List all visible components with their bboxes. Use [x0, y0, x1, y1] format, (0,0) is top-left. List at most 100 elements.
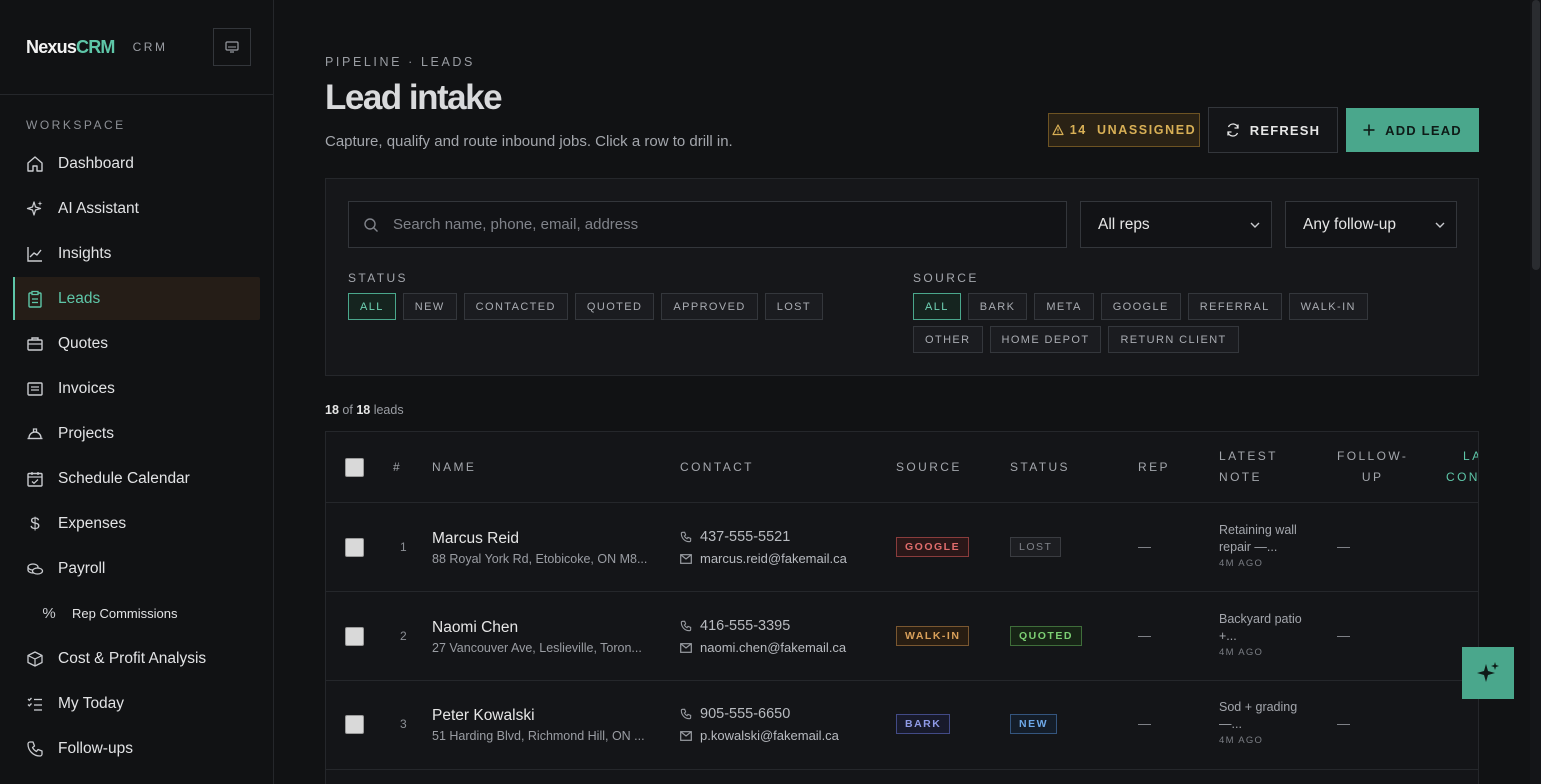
table-row[interactable]: 2 Naomi Chen 27 Vancouver Ave, Leslievil… — [326, 592, 1478, 681]
lead-name[interactable]: Peter Kowalski — [432, 707, 535, 725]
sidebar-item-label: My Today — [58, 694, 125, 712]
status-cell: QUOTED — [1010, 626, 1082, 646]
lead-phone[interactable]: 905-555-6650 — [680, 706, 790, 722]
unassigned-button[interactable]: 14 UNASSIGNED — [1048, 113, 1200, 147]
warning-icon — [1052, 124, 1064, 136]
col-num: # — [393, 460, 403, 474]
source-chips: ALL BARK META GOOGLE REFERRAL WALK-IN OT… — [913, 293, 1433, 353]
add-lead-button[interactable]: ADD LEAD — [1346, 108, 1479, 152]
search-input[interactable] — [393, 216, 1033, 233]
ai-assistant-fab[interactable] — [1462, 647, 1514, 699]
sidebar-item-rep-commissions[interactable]: % Rep Commissions — [13, 592, 260, 635]
source-badge: WALK-IN — [896, 626, 970, 646]
sidebar-item-label: Insights — [58, 244, 112, 262]
sidebar-item-insights[interactable]: Insights — [13, 232, 260, 275]
status-chip-new[interactable]: NEW — [402, 293, 457, 320]
lead-email[interactable]: naomi.chen@fakemail.ca — [680, 640, 846, 655]
rep-select-value: All reps — [1098, 215, 1150, 233]
status-cell: NEW — [1010, 714, 1057, 734]
lead-email[interactable]: marcus.reid@fakemail.ca — [680, 551, 847, 566]
row-number: 1 — [400, 540, 407, 554]
source-chip-walk-in[interactable]: WALK-IN — [1288, 293, 1368, 320]
table-row[interactable]: 3 Peter Kowalski 51 Harding Blvd, Richmo… — [326, 681, 1478, 770]
phone-icon — [26, 740, 44, 758]
brand-logo[interactable]: NexusCRM — [26, 37, 115, 58]
sidebar-item-payroll[interactable]: Payroll — [13, 547, 260, 590]
follow-up-value: — — [1337, 628, 1350, 643]
collapse-sidebar-button[interactable] — [213, 28, 251, 66]
brand-sub: CRM — [132, 40, 168, 54]
row-checkbox[interactable] — [345, 538, 364, 557]
lead-address: 27 Vancouver Ave, Leslieville, Toron... — [432, 641, 642, 655]
sidebar-item-label: Schedule Calendar — [58, 469, 190, 487]
source-chip-bark[interactable]: BARK — [967, 293, 1028, 320]
followup-select[interactable]: Any follow-up — [1285, 201, 1457, 248]
source-chip-referral[interactable]: REFERRAL — [1187, 293, 1282, 320]
sidebar-item-ai-assistant[interactable]: AI Assistant — [13, 187, 260, 230]
col-rep[interactable]: REP — [1138, 457, 1170, 478]
receipt-icon — [26, 380, 44, 398]
sidebar-item-dashboard[interactable]: Dashboard — [13, 142, 260, 185]
table-row[interactable]: 1 Marcus Reid 88 Royal York Rd, Etobicok… — [326, 503, 1478, 592]
mail-icon — [680, 730, 692, 741]
sparkle-icon — [26, 200, 44, 218]
source-chip-google[interactable]: GOOGLE — [1100, 293, 1181, 320]
sidebar-item-label: Expenses — [58, 514, 127, 532]
status-chip-all[interactable]: ALL — [348, 293, 396, 320]
col-status[interactable]: STATUS — [1010, 457, 1070, 478]
status-chip-contacted[interactable]: CONTACTED — [463, 293, 568, 320]
refresh-button[interactable]: REFRESH — [1208, 107, 1338, 153]
source-cell: WALK-IN — [896, 626, 970, 646]
col-source[interactable]: SOURCE — [896, 457, 962, 478]
monitor-icon — [225, 41, 239, 53]
search-box[interactable] — [348, 201, 1067, 248]
source-chip-home-depot[interactable]: HOME DEPOT — [989, 326, 1102, 353]
sidebar-item-leads[interactable]: Leads — [13, 277, 260, 320]
lead-name[interactable]: Marcus Reid — [432, 530, 519, 548]
filters-panel: All reps Any follow-up STATUS ALL NEW CO… — [325, 178, 1479, 376]
lead-name[interactable]: Naomi Chen — [432, 619, 518, 637]
lead-count: 18 of 18 leads — [325, 403, 404, 417]
sidebar-item-invoices[interactable]: Invoices — [13, 367, 260, 410]
phone-icon — [680, 620, 692, 632]
status-chip-approved[interactable]: APPROVED — [661, 293, 758, 320]
select-all-checkbox[interactable] — [345, 458, 364, 477]
source-chip-all[interactable]: ALL — [913, 293, 961, 320]
sidebar-item-schedule-calendar[interactable]: Schedule Calendar — [13, 457, 260, 500]
col-follow-up[interactable]: FOLLOW- UP — [1337, 446, 1408, 488]
sidebar-item-projects[interactable]: Projects — [13, 412, 260, 455]
lead-email[interactable]: p.kowalski@fakemail.ca — [680, 728, 839, 743]
lead-address: 51 Harding Blvd, Richmond Hill, ON ... — [432, 729, 645, 743]
source-chip-return-client[interactable]: RETURN CLIENT — [1108, 326, 1239, 353]
status-chip-quoted[interactable]: QUOTED — [574, 293, 655, 320]
hard-hat-icon — [26, 425, 44, 443]
row-checkbox[interactable] — [345, 627, 364, 646]
lead-phone[interactable]: 416-555-3395 — [680, 618, 790, 634]
col-latest-note[interactable]: LATEST NOTE — [1219, 446, 1278, 488]
sidebar-item-expenses[interactable]: $ Expenses — [13, 502, 260, 545]
sidebar-item-cost-profit[interactable]: Cost & Profit Analysis — [13, 637, 260, 680]
col-last-contact[interactable]: LACON — [1446, 446, 1478, 488]
source-chip-other[interactable]: OTHER — [913, 326, 983, 353]
col-contact[interactable]: CONTACT — [680, 457, 754, 478]
status-chip-lost[interactable]: LOST — [764, 293, 824, 320]
sidebar-item-quotes[interactable]: Quotes — [13, 322, 260, 365]
lead-phone[interactable]: 437-555-5521 — [680, 529, 790, 545]
source-chip-meta[interactable]: META — [1034, 293, 1094, 320]
rep-select[interactable]: All reps — [1080, 201, 1272, 248]
sidebar-item-label: AI Assistant — [58, 199, 139, 217]
rep-value: — — [1138, 628, 1151, 643]
sidebar-item-follow-ups[interactable]: Follow-ups — [13, 727, 260, 770]
row-number: 2 — [400, 629, 407, 643]
calendar-check-icon — [26, 470, 44, 488]
row-checkbox[interactable] — [345, 715, 364, 734]
follow-up-value: — — [1337, 539, 1350, 554]
col-name[interactable]: NAME — [432, 457, 476, 478]
page-scrollbar[interactable] — [1530, 0, 1541, 784]
sidebar-item-label: Payroll — [58, 559, 106, 577]
status-chips: ALL NEW CONTACTED QUOTED APPROVED LOST — [348, 293, 888, 320]
breadcrumb: PIPELINE · LEADS — [325, 55, 475, 69]
scrollbar-thumb[interactable] — [1532, 0, 1540, 270]
sidebar-item-my-today[interactable]: My Today — [13, 682, 260, 725]
percent-icon: % — [42, 605, 56, 622]
